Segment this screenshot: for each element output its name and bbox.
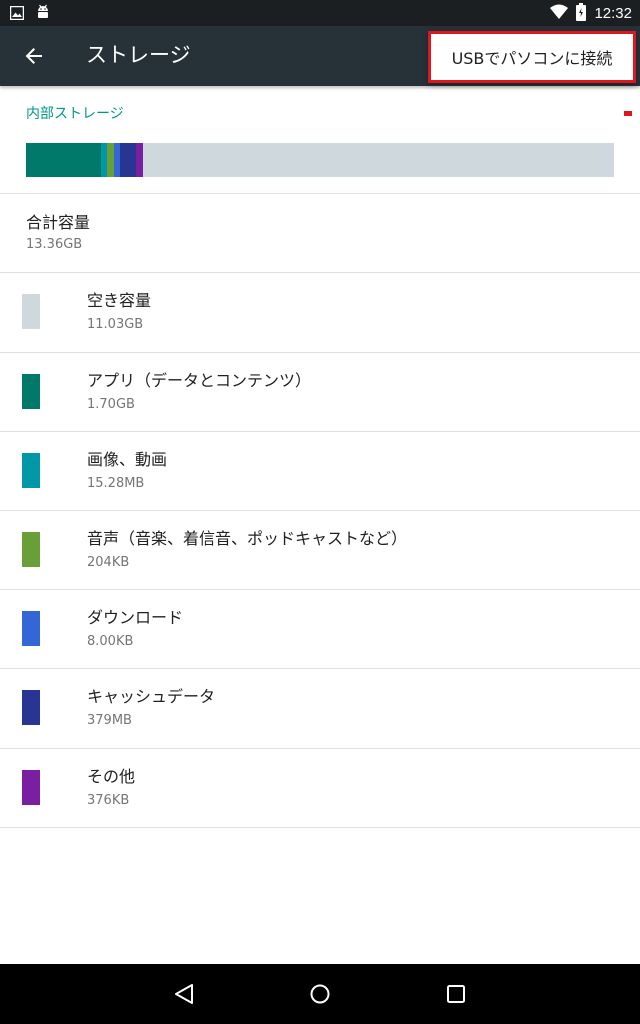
list-item-value: 15.28MB [87, 476, 145, 491]
menu-item-label: USBでパソコンに接続 [451, 49, 613, 68]
status-time: 12:32 [594, 5, 632, 22]
divider [0, 827, 640, 828]
android-icon [36, 4, 50, 24]
list-item-title: キャッシュデータ [87, 687, 216, 706]
home-circle-icon [310, 984, 330, 1004]
image-icon [9, 5, 25, 24]
list-item-free-space[interactable]: 空き容量 11.03GB [0, 273, 640, 352]
list-item-title: 音声（音楽、着信音、ポッドキャストなど） [87, 529, 408, 548]
battery-icon [576, 3, 587, 25]
section-header-internal-storage: 内部ストレージ [26, 106, 124, 122]
storage-segment-cache [120, 143, 137, 177]
color-swatch [22, 374, 40, 409]
menu-item-connect-usb[interactable]: USBでパソコンに接続 [428, 31, 636, 83]
page-title: ストレージ [86, 43, 191, 67]
color-swatch [22, 770, 40, 805]
list-item-value: 8.00KB [87, 634, 134, 649]
list-item-images-videos[interactable]: 画像、動画 15.28MB [0, 432, 640, 511]
back-triangle-icon [175, 984, 193, 1004]
list-item-value: 376KB [87, 793, 130, 808]
total-capacity-row: 合計容量 13.36GB [0, 194, 640, 273]
list-item-title: 空き容量 [87, 291, 152, 310]
highlight-mark [624, 111, 632, 116]
wifi-icon [550, 4, 569, 24]
list-item-cache[interactable]: キャッシュデータ 379MB [0, 669, 640, 748]
recents-square-icon [447, 985, 465, 1003]
nav-home-button[interactable] [305, 979, 335, 1009]
list-item-title: ダウンロード [87, 608, 184, 627]
list-item-title: その他 [87, 767, 136, 786]
storage-segment-apps [26, 143, 101, 177]
status-bar: 12:32 [0, 0, 640, 26]
list-item-other[interactable]: その他 376KB [0, 749, 640, 828]
list-item-value: 11.03GB [87, 317, 144, 332]
list-item-value: 1.70GB [87, 397, 135, 412]
navigation-bar [0, 964, 640, 1024]
list-item-title: 画像、動画 [87, 450, 168, 469]
color-swatch [22, 611, 40, 646]
arrow-back-icon [25, 48, 42, 64]
back-button[interactable] [14, 36, 54, 76]
color-swatch [22, 294, 40, 329]
total-capacity-title: 合計容量 [26, 213, 91, 232]
list-item-audio[interactable]: 音声（音楽、着信音、ポッドキャストなど） 204KB [0, 511, 640, 590]
color-swatch [22, 453, 40, 488]
total-capacity-value: 13.36GB [26, 237, 83, 252]
list-item-value: 379MB [87, 713, 132, 728]
nav-back-button[interactable] [169, 979, 199, 1009]
color-swatch [22, 690, 40, 725]
nav-recents-button[interactable] [441, 979, 471, 1009]
list-item-value: 204KB [87, 555, 130, 570]
list-item-apps[interactable]: アプリ（データとコンテンツ） 1.70GB [0, 353, 640, 432]
list-item-downloads[interactable]: ダウンロード 8.00KB [0, 590, 640, 669]
list-item-title: アプリ（データとコンテンツ） [87, 371, 312, 390]
color-swatch [22, 532, 40, 567]
storage-segment-other [136, 143, 143, 177]
storage-usage-bar [26, 143, 614, 177]
